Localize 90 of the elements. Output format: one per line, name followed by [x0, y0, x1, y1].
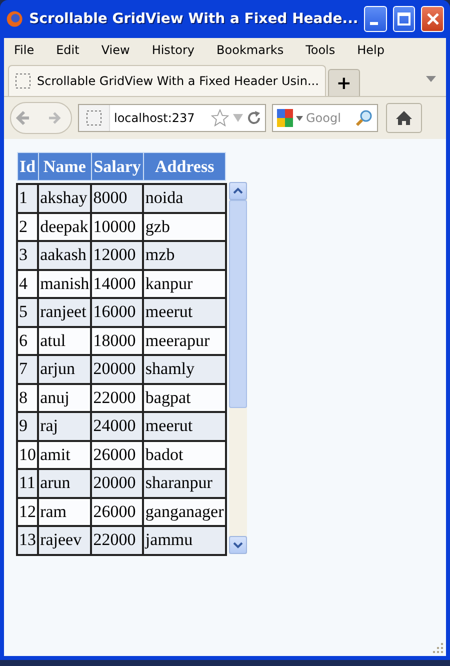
table-cell: ganganager — [143, 498, 226, 526]
google-icon — [277, 109, 293, 127]
table-cell: anuj — [38, 384, 92, 412]
table-cell: meerut — [143, 412, 226, 440]
table-cell: 24000 — [91, 412, 144, 440]
table-cell: meerapur — [143, 326, 226, 355]
table-cell: raj — [38, 412, 92, 440]
menu-item[interactable]: Help — [357, 43, 384, 57]
table-cell: 14000 — [91, 270, 144, 298]
table-cell: deepak — [38, 212, 92, 241]
close-icon — [426, 12, 440, 26]
table-cell: 2 — [17, 212, 38, 241]
menu-item[interactable]: File — [14, 43, 34, 57]
table-cell: 11 — [17, 469, 38, 498]
home-button[interactable] — [386, 103, 422, 133]
table-cell: sharanpur — [143, 469, 226, 498]
table-cell: 12000 — [91, 241, 144, 270]
table-cell: arun — [38, 469, 92, 498]
tab-list-icon[interactable] — [426, 76, 436, 82]
reload-icon[interactable] — [247, 111, 261, 125]
star-icon[interactable] — [211, 109, 229, 127]
search-icon[interactable] — [355, 109, 373, 127]
table-cell: 16000 — [91, 298, 144, 326]
resize-grip-icon[interactable] — [432, 642, 444, 654]
scroll-up-button[interactable] — [228, 182, 247, 200]
menu-item[interactable]: Bookmarks — [216, 43, 284, 57]
maximize-icon — [397, 12, 412, 26]
table-cell: bagpat — [143, 384, 226, 412]
home-icon — [395, 110, 413, 126]
table-cell: 8 — [17, 384, 38, 412]
table-cell: 3 — [17, 241, 38, 270]
close-button[interactable] — [421, 6, 444, 32]
window-title: Scrollable GridView With a Fixed Heade... — [29, 11, 358, 27]
search-bar[interactable]: Googl — [272, 104, 378, 132]
table-cell: arjun — [38, 355, 92, 384]
browser-tab[interactable]: Scrollable GridView With a Fixed Header Usin... — [8, 65, 326, 96]
table-cell: 13 — [17, 526, 38, 554]
table-cell: 5 — [17, 298, 38, 326]
table-cell: gzb — [143, 212, 226, 241]
table-cell: 9 — [17, 412, 38, 440]
table-cell: kanpur — [143, 270, 226, 298]
page-icon — [86, 110, 102, 126]
table-cell: 4 — [17, 270, 38, 298]
page-icon — [15, 73, 31, 89]
table-cell: 1 — [17, 184, 38, 212]
table-cell: 20000 — [91, 469, 144, 498]
table-cell: badot — [143, 440, 226, 469]
table-cell: akshay — [38, 184, 92, 212]
new-tab-button[interactable]: + — [328, 69, 360, 96]
table-cell: ram — [38, 498, 92, 526]
address-field[interactable]: localhost:237 — [78, 104, 266, 132]
column-header: Id — [17, 152, 38, 180]
search-field[interactable]: Googl — [306, 111, 352, 125]
maximize-button[interactable] — [392, 6, 416, 32]
menu-item[interactable]: Edit — [56, 43, 80, 57]
table-cell: aakash — [38, 241, 92, 270]
table-cell: jammu — [143, 526, 226, 554]
table-cell: meerut — [143, 298, 226, 326]
scroll-thumb[interactable] — [228, 200, 247, 408]
table-cell: amit — [38, 440, 92, 469]
table-cell: noida — [143, 184, 226, 212]
table-cell: 12 — [17, 498, 38, 526]
minimize-icon — [370, 22, 378, 25]
table-cell: manish — [38, 270, 92, 298]
menu-item[interactable]: Tools — [306, 43, 336, 57]
scroll-down-button[interactable] — [228, 536, 247, 554]
table-cell: mzb — [143, 241, 226, 270]
column-header: Name — [38, 152, 92, 180]
dropdown-icon[interactable] — [296, 116, 303, 120]
column-header: Salary — [91, 152, 144, 180]
menu-item[interactable]: History — [152, 43, 195, 57]
table-cell: 22000 — [91, 384, 144, 412]
table-cell: 6 — [17, 326, 38, 355]
column-header: Address — [143, 152, 226, 180]
table-cell: 10000 — [91, 212, 144, 241]
table-cell: 8000 — [91, 184, 144, 212]
table-cell: 7 — [17, 355, 38, 384]
table-cell: 26000 — [91, 498, 144, 526]
table-cell: rajeev — [38, 526, 92, 554]
scrollbar[interactable] — [228, 182, 247, 554]
minimize-button[interactable] — [364, 6, 387, 32]
table-cell: ranjeet — [38, 298, 92, 326]
menu-item[interactable]: View — [101, 43, 130, 57]
table-cell: 20000 — [91, 355, 144, 384]
table-cell: 10 — [17, 440, 38, 469]
table-cell: 22000 — [91, 526, 144, 554]
table-cell: shamly — [143, 355, 226, 384]
table-cell: 18000 — [91, 326, 144, 355]
table-cell: atul — [38, 326, 92, 355]
table-cell: 26000 — [91, 440, 144, 469]
